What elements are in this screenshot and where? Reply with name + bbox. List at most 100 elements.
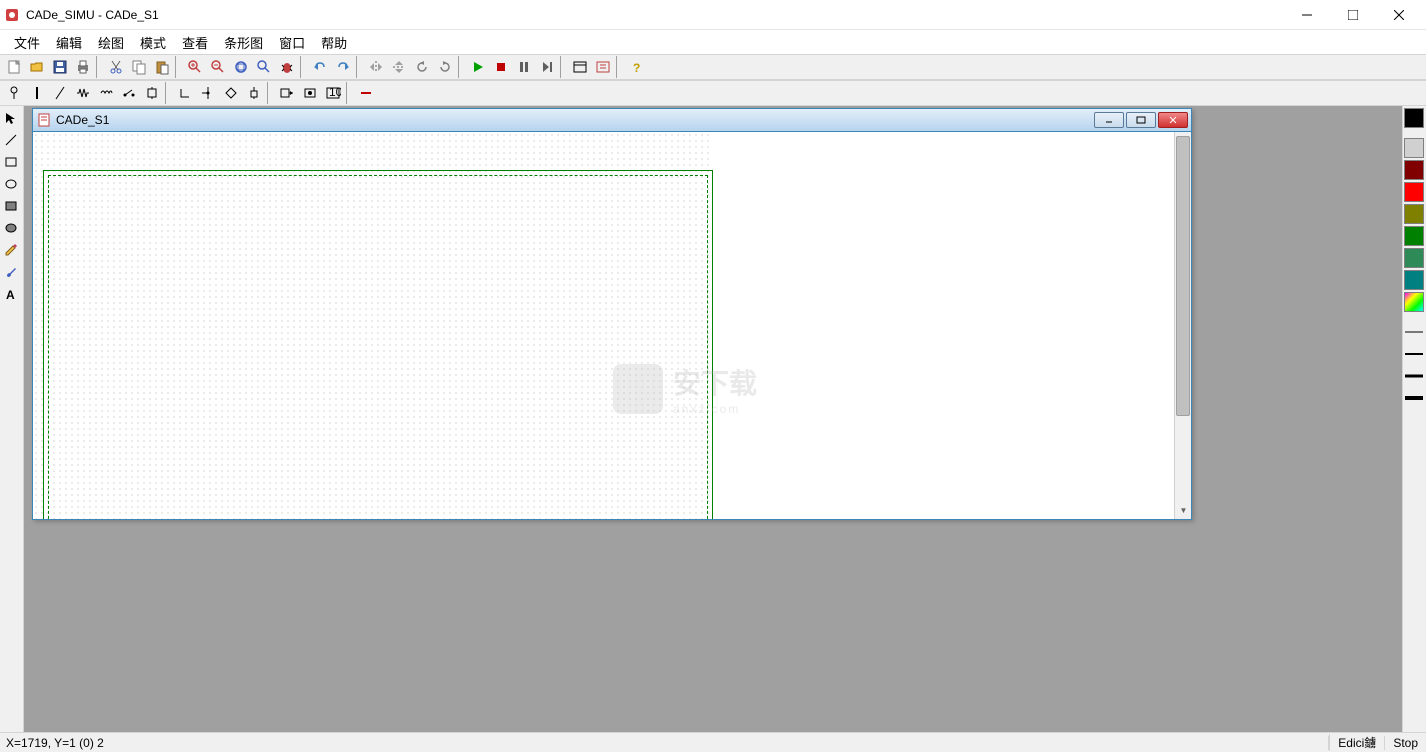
left-tool-palette: A [0, 106, 24, 732]
status-mode: Edici鐪 [1329, 734, 1384, 751]
cut-icon[interactable] [104, 56, 127, 78]
color-gray[interactable] [1404, 138, 1424, 158]
titlebar: CADe_SIMU - CADe_S1 [0, 0, 1426, 30]
step-icon[interactable] [535, 56, 558, 78]
app-icon [4, 7, 20, 23]
minus-line-icon[interactable] [354, 82, 377, 104]
open-icon[interactable] [25, 56, 48, 78]
mirror-v-icon[interactable] [387, 56, 410, 78]
copy-icon[interactable] [127, 56, 150, 78]
canvas[interactable]: 安下载 anxz.com [33, 132, 1174, 519]
rotate-left-icon[interactable] [410, 56, 433, 78]
coil-icon[interactable] [94, 82, 117, 104]
menu-view[interactable]: 查看 [174, 30, 216, 55]
junction-icon[interactable] [140, 82, 163, 104]
lineweight-3[interactable] [1404, 366, 1424, 386]
mirror-h-icon[interactable] [364, 56, 387, 78]
menu-mode[interactable]: 模式 [132, 30, 174, 55]
drawing-frame [43, 170, 713, 519]
text-icon[interactable]: A [1, 284, 21, 304]
child-minimize-button[interactable] [1094, 112, 1124, 128]
statusbar: X=1719, Y=1 (0) 2 Edici鐪 Stop [0, 732, 1426, 752]
child-window: CADe_S1 安下载 anxz.com [32, 108, 1192, 520]
color-green[interactable] [1404, 226, 1424, 246]
lineweight-2[interactable] [1404, 344, 1424, 364]
sim-config-icon[interactable] [591, 56, 614, 78]
t-junction-icon[interactable] [196, 82, 219, 104]
numbered-box-icon[interactable]: 10 [321, 82, 344, 104]
line-icon[interactable] [1, 130, 21, 150]
vertical-scrollbar[interactable]: ▲ ▼ [1174, 132, 1191, 519]
child-titlebar[interactable]: CADe_S1 [33, 109, 1191, 132]
component-toolbar: 10 [0, 80, 1426, 106]
menu-bar[interactable]: 条形图 [216, 30, 271, 55]
scroll-down-icon[interactable]: ▼ [1175, 502, 1192, 519]
filled-rect-icon[interactable] [1, 196, 21, 216]
pencil-icon[interactable] [1, 240, 21, 260]
lineweight-4[interactable] [1404, 388, 1424, 408]
color-red[interactable] [1404, 182, 1424, 202]
svg-text:10: 10 [329, 85, 341, 99]
color-multi[interactable] [1404, 292, 1424, 312]
menubar: 文件 编辑 绘图 模式 查看 条形图 窗口 帮助 [0, 30, 1426, 54]
scroll-thumb[interactable] [1176, 136, 1190, 416]
find-icon[interactable] [252, 56, 275, 78]
rotate-right-icon[interactable] [433, 56, 456, 78]
diamond-icon[interactable] [219, 82, 242, 104]
filled-ellipse-icon[interactable] [1, 218, 21, 238]
brush-icon[interactable] [1, 262, 21, 282]
help-icon[interactable]: ? [624, 56, 647, 78]
svg-text:A: A [6, 288, 15, 301]
color-teal[interactable] [1404, 270, 1424, 290]
undo-icon[interactable] [308, 56, 331, 78]
close-button[interactable] [1376, 1, 1422, 29]
ellipse-icon[interactable] [1, 174, 21, 194]
stop-icon[interactable] [489, 56, 512, 78]
resistor-icon[interactable] [71, 82, 94, 104]
zoom-fit-icon[interactable] [229, 56, 252, 78]
vertical-line-icon[interactable] [25, 82, 48, 104]
pointer-icon[interactable] [1, 108, 21, 128]
color-black[interactable] [1404, 108, 1424, 128]
mdi-area: CADe_S1 安下载 anxz.com [24, 106, 1402, 732]
status-state: Stop [1384, 736, 1426, 750]
box-arrow-icon[interactable] [275, 82, 298, 104]
new-file-icon[interactable] [2, 56, 25, 78]
bug-icon[interactable] [275, 56, 298, 78]
menu-draw[interactable]: 绘图 [90, 30, 132, 55]
play-icon[interactable] [466, 56, 489, 78]
color-olive[interactable] [1404, 204, 1424, 224]
print-icon[interactable] [71, 56, 94, 78]
pause-icon[interactable] [512, 56, 535, 78]
menu-help[interactable]: 帮助 [313, 30, 355, 55]
pin-icon[interactable] [2, 82, 25, 104]
document-title: CADe_S1 [56, 113, 1094, 127]
node-icon[interactable] [242, 82, 265, 104]
lineweight-1[interactable] [1404, 322, 1424, 342]
status-coords: X=1719, Y=1 (0) 2 [0, 736, 1329, 750]
rectangle-icon[interactable] [1, 152, 21, 172]
child-maximize-button[interactable] [1126, 112, 1156, 128]
angle-icon[interactable] [173, 82, 196, 104]
save-icon[interactable] [48, 56, 71, 78]
minimize-button[interactable] [1284, 1, 1330, 29]
diagonal-line-icon[interactable] [48, 82, 71, 104]
maximize-button[interactable] [1330, 1, 1376, 29]
menu-edit[interactable]: 编辑 [48, 30, 90, 55]
window-tool-icon[interactable] [568, 56, 591, 78]
main-toolbar: ? [0, 54, 1426, 80]
zoom-in-icon[interactable] [183, 56, 206, 78]
menu-file[interactable]: 文件 [6, 30, 48, 55]
box-dot-icon[interactable] [298, 82, 321, 104]
zoom-out-icon[interactable] [206, 56, 229, 78]
app-title: CADe_SIMU - CADe_S1 [26, 8, 1284, 22]
svg-text:?: ? [633, 61, 640, 75]
color-maroon[interactable] [1404, 160, 1424, 180]
switch-icon[interactable] [117, 82, 140, 104]
paste-icon[interactable] [150, 56, 173, 78]
color-seagreen[interactable] [1404, 248, 1424, 268]
workspace: A CADe_S1 [0, 106, 1426, 732]
child-close-button[interactable] [1158, 112, 1188, 128]
menu-window[interactable]: 窗口 [271, 30, 313, 55]
redo-icon[interactable] [331, 56, 354, 78]
